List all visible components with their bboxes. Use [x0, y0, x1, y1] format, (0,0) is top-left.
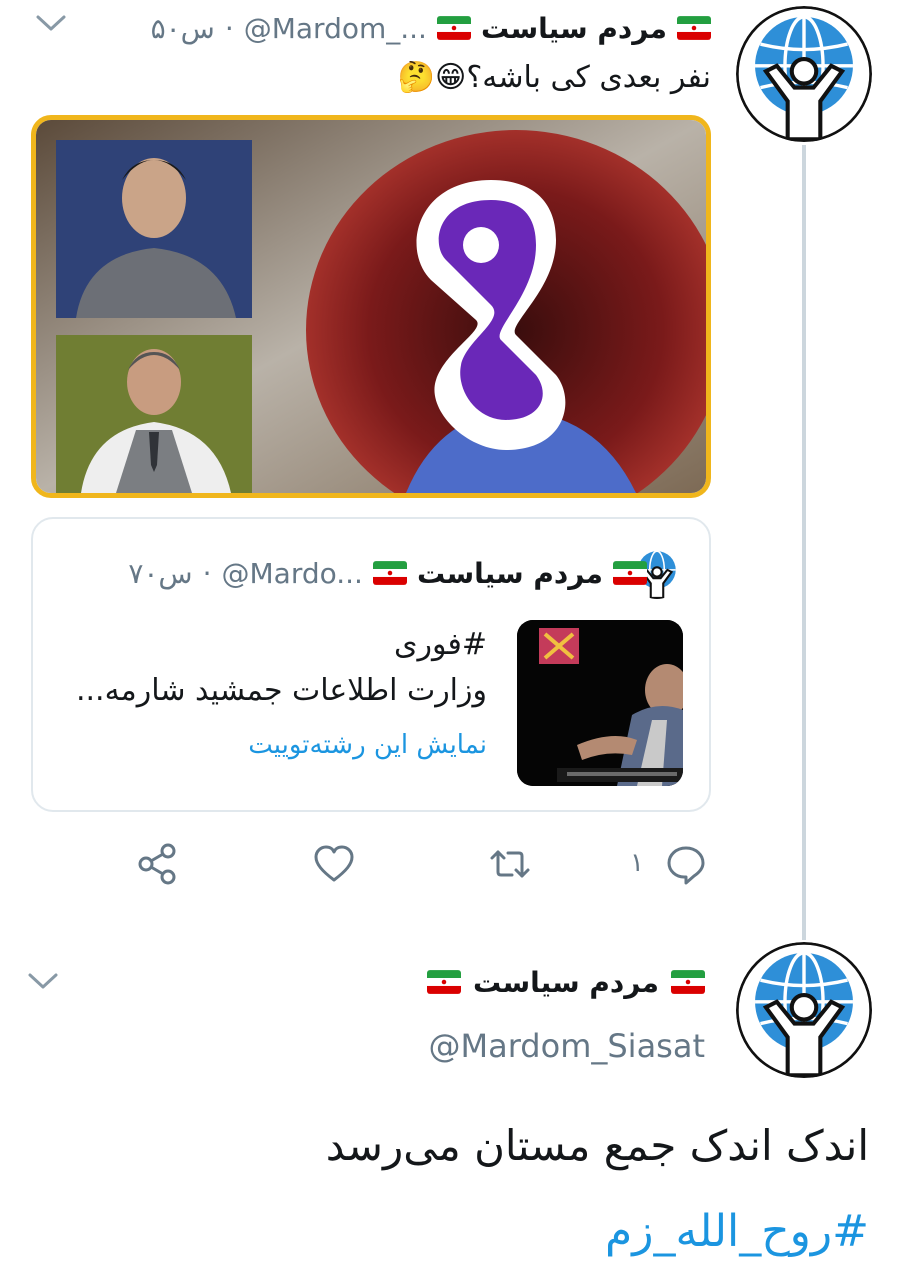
globe-person-logo-icon — [736, 6, 872, 142]
display-name[interactable]: مردم سیاست — [481, 12, 667, 45]
chevron-down-icon[interactable] — [26, 970, 60, 992]
quote-text: وزارت اطلاعات جمشید شارمه... — [75, 673, 487, 708]
retweet-icon[interactable] — [488, 842, 532, 886]
tweet-time[interactable]: ۵۰س — [151, 12, 215, 45]
hashtag-link[interactable]: #روح_الله_زم — [605, 1200, 869, 1264]
tweet-header: ۵۰س · @Mardom_... مردم سیاست — [151, 8, 711, 48]
globe-person-logo-icon — [736, 942, 872, 1078]
thread-connector-line — [802, 145, 806, 940]
quoted-tweet-card[interactable]: ۷۰س · @Mardo... مردم سیاست #فوری وزارت ا… — [31, 517, 711, 812]
display-name[interactable]: مردم سیاست — [473, 966, 659, 999]
tweet-header: مردم سیاست — [426, 962, 705, 1002]
chevron-down-icon[interactable] — [34, 12, 68, 34]
separator: · — [224, 11, 234, 45]
tweet-text: اندک اندک جمع مستان می‌رسد — [325, 1121, 869, 1170]
avatar[interactable] — [736, 6, 872, 142]
iran-flag-icon — [372, 561, 407, 585]
avatar[interactable] — [736, 942, 872, 1078]
iran-flag-icon — [436, 16, 471, 40]
iran-flag-icon — [426, 970, 461, 994]
iran-flag-icon — [677, 16, 711, 40]
reply-count: ۱ — [630, 848, 644, 878]
reply-icon[interactable] — [664, 842, 708, 886]
quote-handle: @Mardo... — [221, 556, 363, 590]
like-icon[interactable] — [312, 842, 356, 886]
quote-time: ۷۰س — [128, 556, 193, 590]
iran-flag-icon — [613, 561, 647, 585]
show-thread-link[interactable]: نمایش این رشته‌توییت — [248, 725, 487, 765]
share-icon[interactable] — [136, 842, 180, 886]
handle[interactable]: @Mardom_... — [244, 12, 427, 45]
quote-thumbnail-image — [517, 620, 683, 786]
quote-header: ۷۰س · @Mardo... مردم سیاست — [128, 553, 647, 593]
handle[interactable]: @Mardom_Siasat — [428, 1024, 705, 1068]
quote-display-name: مردم سیاست — [416, 556, 603, 590]
tweet-media-image[interactable] — [31, 115, 711, 498]
tweet-text: نفر بعدی کی باشه؟😁🤔 — [397, 60, 711, 95]
iran-flag-icon — [671, 970, 705, 994]
quote-hashtag: #فوری — [394, 627, 487, 662]
separator: · — [202, 556, 212, 590]
